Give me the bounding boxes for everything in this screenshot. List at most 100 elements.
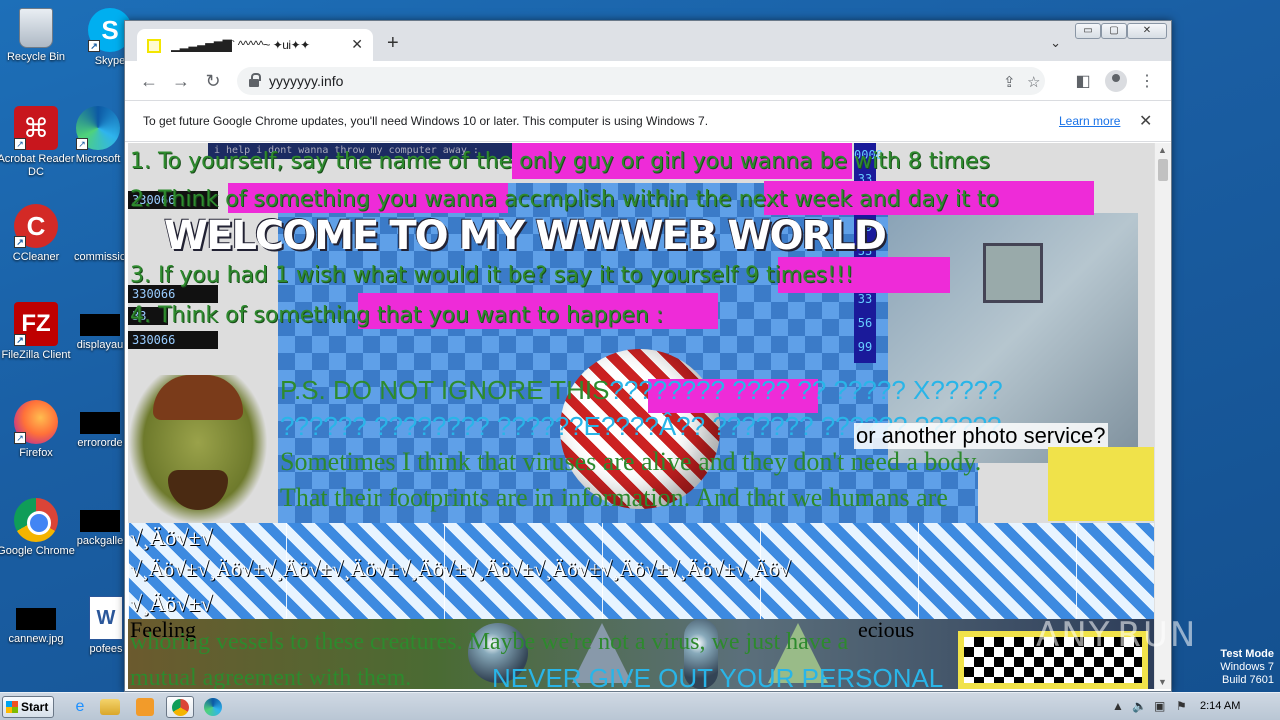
new-tab-button[interactable]: + <box>387 33 399 53</box>
update-infobar: To get future Google Chrome updates, you… <box>125 102 1171 142</box>
instruction-line: 3. If you had 1 wish what would it be? s… <box>130 263 854 288</box>
lock-icon[interactable] <box>249 73 261 87</box>
action-center-flag-icon[interactable]: ⚑ <box>1176 699 1187 713</box>
bookmark-star-icon[interactable]: ☆ <box>1027 73 1040 91</box>
essay-line: whoring vessels to these creatures. Mayb… <box>130 629 849 655</box>
garbled-text: √¸Äö√±√ <box>130 591 213 616</box>
side-panel-icon[interactable]: ◧ <box>1073 71 1093 91</box>
instruction-line: 1. To yourself, say the name of the only… <box>130 149 990 174</box>
ccleaner-icon: C ↗ <box>14 204 58 248</box>
test-mode-line: Windows 7 <box>1220 661 1274 673</box>
start-label: Start <box>21 700 49 714</box>
network-icon[interactable]: ▣ <box>1154 699 1165 713</box>
shortcut-arrow-icon: ↗ <box>14 138 26 150</box>
chrome-icon <box>14 498 58 542</box>
desktop-icon-recycle-bin[interactable]: Recycle Bin <box>0 8 76 64</box>
address-bar[interactable]: yyyyyyy.info ⇪ ☆ <box>237 67 1045 95</box>
test-mode-notice: Test Mode Windows 7 Build 7601 <box>1220 648 1274 687</box>
ps-warning-line: P.S. DO NOT IGNORE THIS???????? ???? ?? … <box>280 375 1003 406</box>
file-icon <box>78 204 122 248</box>
chrome-window: ▁▂▃▄▅▆▇` ^^^^^~ ✦ui✦✦ ✕ + ⌄ ▭ ▢ ✕ ← → ↻ … <box>124 20 1172 692</box>
reload-button[interactable]: ↻ <box>203 71 223 91</box>
code-strip: 330066 <box>128 331 218 349</box>
desktop-icon-cannew[interactable]: cannew.jpg <box>0 596 76 646</box>
numeric-cell: 99 <box>857 340 873 354</box>
windows-flag-icon <box>6 701 18 713</box>
volume-icon[interactable]: 🔈 <box>1132 699 1147 713</box>
profile-avatar-icon[interactable] <box>1105 70 1127 92</box>
close-window-button[interactable]: ✕ <box>1127 23 1167 39</box>
never-give-out-text: NEVER GIVE OUT YOUR PERSONAL <box>492 663 944 689</box>
browser-tab[interactable]: ▁▂▃▄▅▆▇` ^^^^^~ ✦ui✦✦ ✕ <box>137 29 373 61</box>
taskbar-clock[interactable]: 2:14 AM <box>1200 700 1240 712</box>
scroll-thumb[interactable] <box>1158 159 1168 181</box>
web-page-content: i help i dont wanna throw my computer aw… <box>128 143 1154 689</box>
tray-expand-icon[interactable]: ▲ <box>1112 699 1124 713</box>
desktop-icon-label: cannew.jpg <box>8 633 64 645</box>
ps-warning-text: P.S. DO NOT IGNORE THIS <box>280 375 610 405</box>
instruction-line: 2. Think of something you wanna accmplis… <box>130 187 999 212</box>
firefox-icon: ↗ <box>14 400 58 444</box>
start-button[interactable]: Start <box>2 696 54 718</box>
edge-icon: ↗ <box>76 106 120 150</box>
ps-garbled-text: ???????? ???? ?? ????? X????? <box>609 375 1003 405</box>
word-icon: W <box>89 596 123 640</box>
shortcut-arrow-icon: ↗ <box>14 432 26 444</box>
share-icon[interactable]: ⇪ <box>1003 73 1016 91</box>
tab-search-button[interactable]: ⌄ <box>1050 35 1061 51</box>
ie-icon[interactable]: e <box>66 696 94 718</box>
yellow-ad-block <box>1048 447 1154 521</box>
elf-character-image <box>128 375 268 525</box>
instruction-line: 4. Think of something that you want to h… <box>130 303 664 328</box>
anyrun-watermark: ANY.RUN <box>1036 615 1198 655</box>
garbled-text: √¸Äö√±√ <box>130 525 213 550</box>
taskbar: Start e ▲ 🔈 ▣ ⚑ 2:14 AM <box>0 692 1280 720</box>
essay-line: mutual agreement with them. <box>130 665 412 689</box>
file-icon <box>80 412 120 434</box>
recycle-bin-icon <box>19 8 53 48</box>
welcome-headline: WELCOME TO MY WWWEB WORLD <box>164 213 887 259</box>
scroll-down-icon[interactable]: ▼ <box>1158 677 1167 687</box>
scroll-up-icon[interactable]: ▲ <box>1158 145 1167 155</box>
test-mode-line: Build 7601 <box>1222 674 1274 686</box>
media-player-icon[interactable] <box>136 698 154 716</box>
explorer-icon[interactable] <box>100 699 120 715</box>
shortcut-arrow-icon: ↗ <box>76 138 88 150</box>
chrome-icon <box>172 699 189 716</box>
menu-kebab-icon[interactable]: ⋮ <box>1137 71 1157 91</box>
essay-line: Sometimes I think that viruses are alive… <box>280 447 982 476</box>
essay-line: That their footprints are in information… <box>280 483 948 512</box>
infobar-close-icon[interactable]: ✕ <box>1139 111 1152 131</box>
back-button[interactable]: ← <box>139 71 159 91</box>
elf-hair <box>153 375 243 420</box>
numeric-cell: 56 <box>857 316 873 330</box>
maximize-button[interactable]: ▢ <box>1101 23 1127 39</box>
shortcut-arrow-icon: ↗ <box>88 40 100 52</box>
test-mode-line: Test Mode <box>1220 648 1274 660</box>
tab-strip: ▁▂▃▄▅▆▇` ^^^^^~ ✦ui✦✦ ✕ + ⌄ ▭ ▢ ✕ <box>125 21 1171 61</box>
tab-title: ▁▂▃▄▅▆▇` ^^^^^~ ✦ui✦✦ <box>171 38 310 52</box>
chrome-taskbar-icon[interactable] <box>166 696 194 718</box>
tab-close-icon[interactable]: ✕ <box>351 36 363 53</box>
precious-text: ecious <box>858 617 915 642</box>
minimize-button[interactable]: ▭ <box>1075 23 1101 39</box>
filezilla-icon: FZ ↗ <box>14 302 58 346</box>
shortcut-arrow-icon: ↗ <box>14 236 26 248</box>
infobar-message: To get future Google Chrome updates, you… <box>143 114 709 128</box>
file-icon <box>80 510 120 532</box>
browser-toolbar: ← → ↻ yyyyyyy.info ⇪ ☆ ◧ ⋮ <box>125 61 1171 101</box>
device-image <box>983 243 1043 303</box>
favicon-icon <box>147 39 161 53</box>
file-icon <box>16 608 56 630</box>
desktop-icon-label: Recycle Bin <box>6 51 66 63</box>
file-icon <box>80 314 120 336</box>
edge-taskbar-icon[interactable] <box>204 698 222 716</box>
page-scrollbar[interactable]: ▲ ▼ <box>1154 143 1171 689</box>
acrobat-icon: ⌘ ↗ <box>14 106 58 150</box>
learn-more-link[interactable]: Learn more <box>1059 114 1120 128</box>
url-text[interactable]: yyyyyyy.info <box>269 73 343 89</box>
forward-button[interactable]: → <box>171 71 191 91</box>
shortcut-arrow-icon: ↗ <box>14 334 26 346</box>
elf-beard <box>168 470 228 510</box>
photo-service-ad[interactable]: or another photo service? <box>854 423 1108 449</box>
